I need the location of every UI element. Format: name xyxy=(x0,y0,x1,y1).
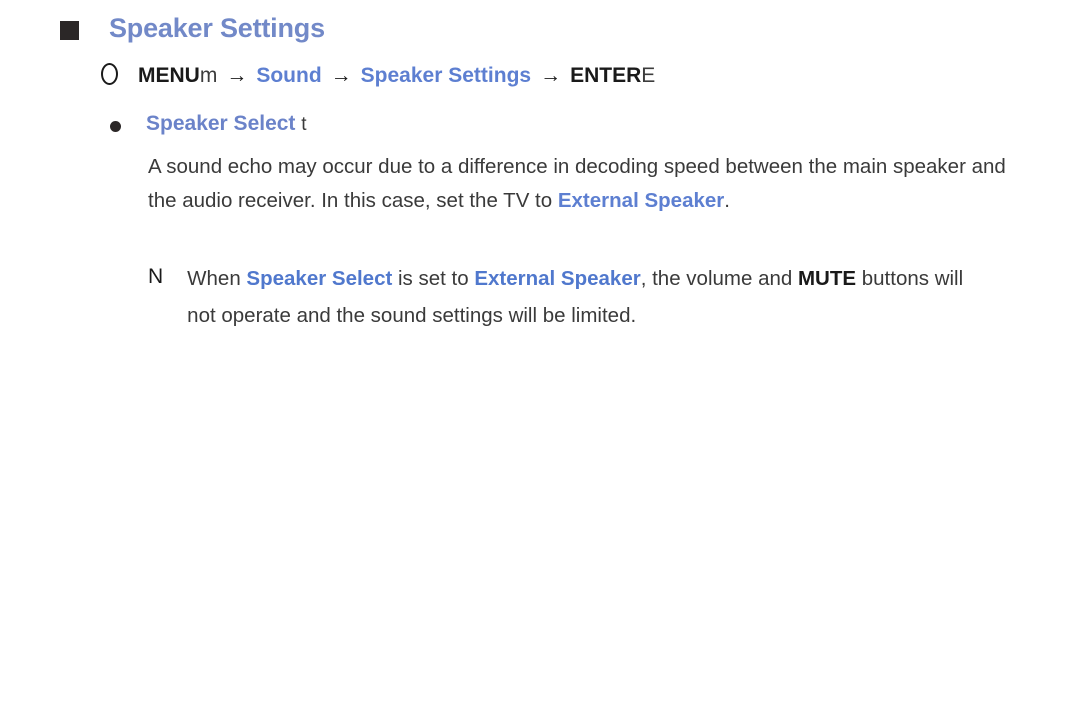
menu-step-sound: Sound xyxy=(256,64,322,87)
note-block: N When Speaker Select is set to External… xyxy=(148,260,977,334)
manual-page: Speaker Settings MENU m → Sound → Speaker… xyxy=(0,0,1080,705)
arrow-icon-1: → xyxy=(226,64,248,87)
menu-path-breadcrumb: MENU m → Sound → Speaker Settings → ENTER… xyxy=(101,60,655,88)
note-keyword-external-speaker: External Speaker xyxy=(474,267,641,290)
note-text-b: is set to xyxy=(392,267,475,290)
body-period: . xyxy=(724,189,730,212)
note-keyword-mute: MUTE xyxy=(797,267,857,290)
list-item-label: Speaker Select t xyxy=(146,112,307,136)
menu-step-speaker-settings: Speaker Settings xyxy=(360,64,532,87)
menu-remote-key-glyph: m xyxy=(199,64,218,87)
filled-dot-bullet-icon xyxy=(110,121,121,132)
body-highlight-external: External xyxy=(557,189,639,212)
note-keyword-speaker-select: Speaker Select xyxy=(246,267,393,290)
tools-remote-key-glyph: t xyxy=(301,114,307,135)
filled-square-bullet-icon xyxy=(60,21,79,40)
arrow-icon-3: → xyxy=(540,64,562,87)
arrow-icon-2: → xyxy=(330,64,352,87)
outlined-circle-glyph-icon xyxy=(101,63,118,85)
body-paragraph: A sound echo may occur due to a differen… xyxy=(148,150,1010,218)
section-heading: Speaker Settings xyxy=(60,12,325,44)
note-text: When Speaker Select is set to External S… xyxy=(187,260,977,334)
body-highlight-speaker: Speaker xyxy=(644,189,725,212)
enter-remote-key-glyph: E xyxy=(641,64,656,87)
enter-button-label: ENTER xyxy=(570,64,642,87)
note-text-c: , the volume and xyxy=(640,267,793,290)
body-line-1: A sound echo may occur due to a differen… xyxy=(148,155,803,178)
list-item-speaker-select: Speaker Select t xyxy=(110,112,307,136)
list-item-title-text: Speaker Select xyxy=(146,112,296,135)
page-title: Speaker Settings xyxy=(109,13,325,43)
menu-button-label: MENU xyxy=(138,64,200,87)
note-text-a: When xyxy=(187,267,247,290)
note-marker-icon: N xyxy=(148,265,164,288)
